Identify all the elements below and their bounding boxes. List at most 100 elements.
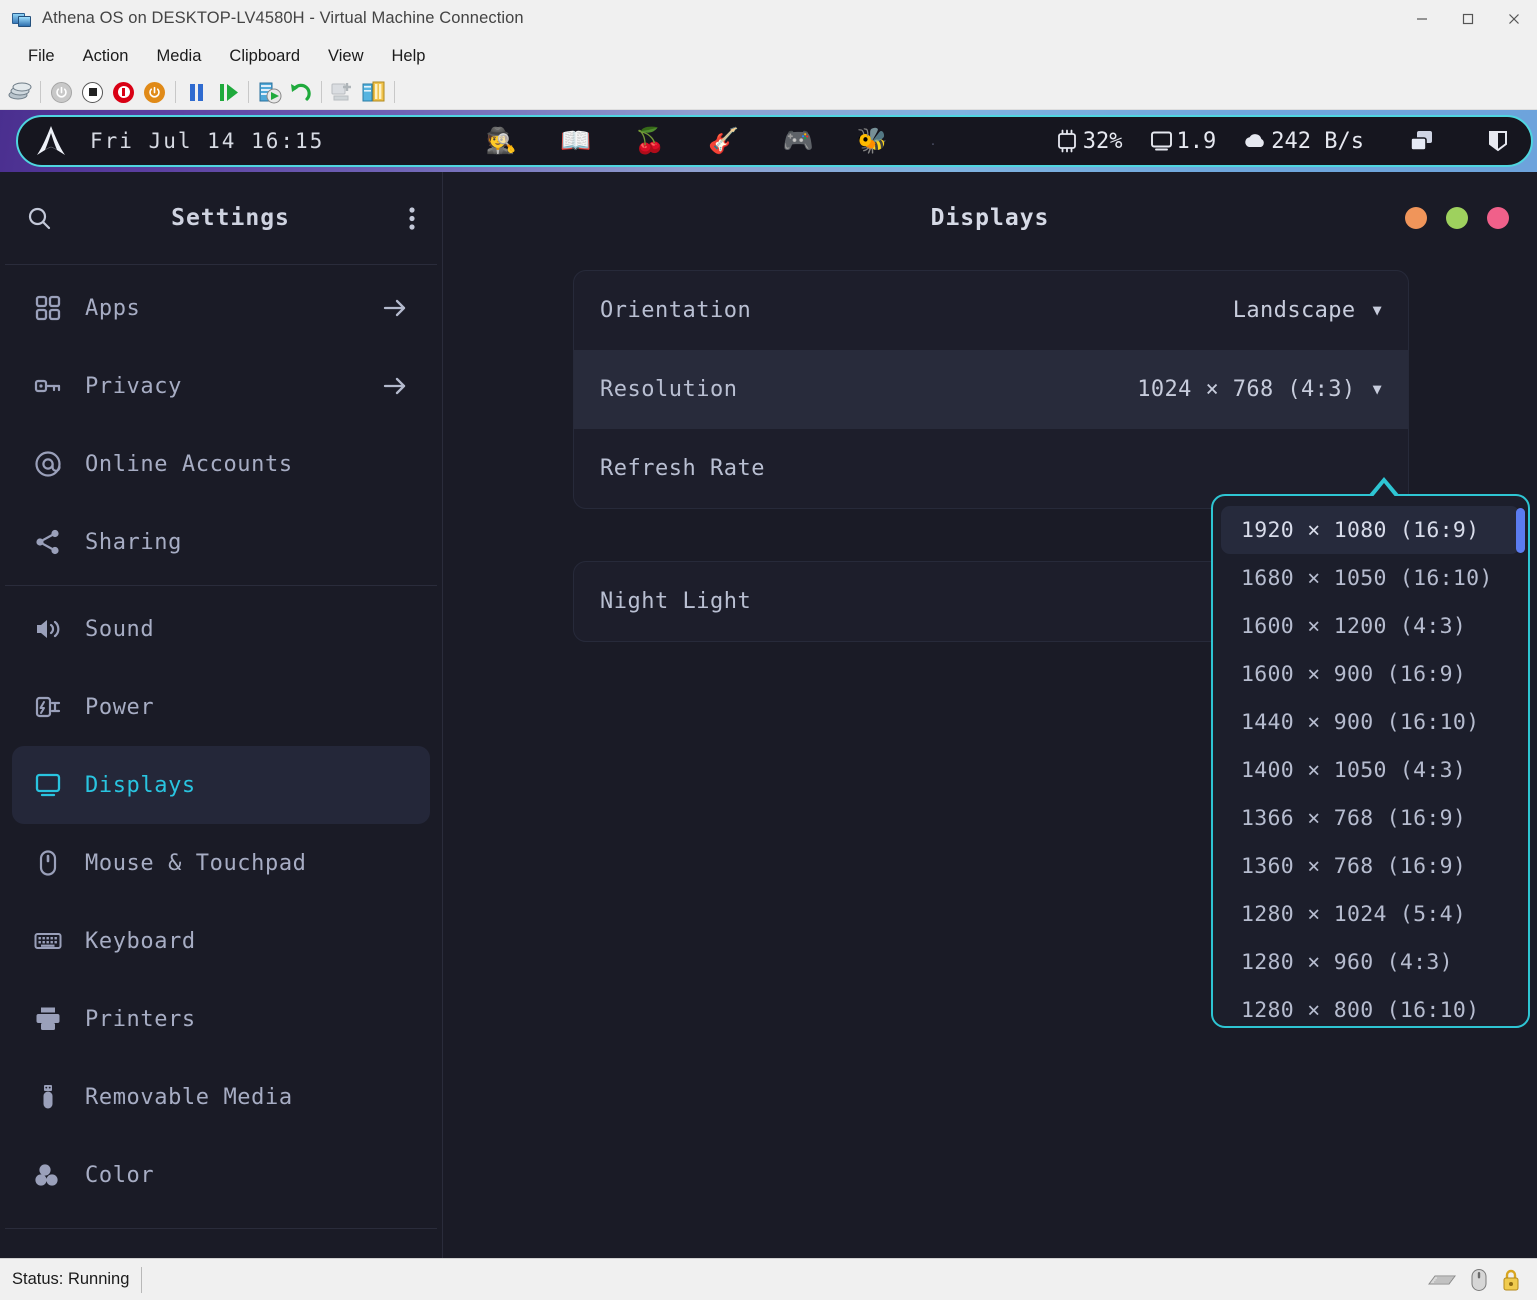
window-dot-controls [1405,207,1509,229]
search-icon[interactable] [26,205,53,232]
window-titlebar: Athena OS on DESKTOP-LV4580H - Virtual M… [0,0,1537,37]
sidebar-group-2: Sound Power [0,586,442,1218]
cpu-value: 32% [1083,129,1123,154]
pause-icon[interactable] [183,79,210,106]
sidebar-item-keyboard[interactable]: Keyboard [12,902,430,980]
dropdown-option[interactable]: 1280 × 800 (16:10) [1221,986,1520,1028]
maximize-dot[interactable] [1446,207,1468,229]
turn-off-icon[interactable] [110,79,137,106]
resolution-row[interactable]: Resolution 1024 × 768 (4:3) ▼ [574,350,1408,429]
sidebar-item-privacy[interactable]: Privacy [12,347,430,425]
sidebar-item-color[interactable]: Color [12,1136,430,1214]
sidebar-item-apps[interactable]: Apps [12,269,430,347]
close-button[interactable] [1491,0,1537,37]
speaker-icon [34,615,62,643]
checkpoint-icon[interactable] [256,79,283,106]
network-cloud-icon [1242,130,1268,152]
start-icon[interactable] [141,79,168,106]
dropdown-option[interactable]: 1280 × 1024 (5:4) [1221,890,1520,938]
shutdown-icon[interactable] [79,79,106,106]
dropdown-option[interactable]: 1400 × 1050 (4:3) [1221,746,1520,794]
chevron-right-arrow-icon [382,295,408,321]
kebab-menu-icon[interactable] [408,205,416,232]
arch-linux-logo[interactable] [34,125,68,157]
athena-top-panel: Fri Jul 14 16:15 detective-emoji 🕵️ 📖 🍒 … [16,115,1533,167]
sidebar-item-power[interactable]: Power [12,668,430,746]
dropdown-option[interactable]: 1440 × 900 (16:10) [1221,698,1520,746]
sidebar-item-removable-media[interactable]: Removable Media [12,1058,430,1136]
sidebar-item-sharing[interactable]: Sharing [12,503,430,581]
resolution-value-text: 1024 × 768 (4:3) [1137,377,1355,402]
dropdown-scrollbar[interactable] [1516,508,1525,553]
mouse-icon [34,849,62,877]
resolution-value[interactable]: 1024 × 768 (4:3) ▼ [1137,377,1382,402]
panel-clock[interactable]: Fri Jul 14 16:15 [90,129,324,153]
detective-icon[interactable]: 🕵️ [486,129,517,154]
memory-value: 1.9 [1177,129,1217,154]
display-settings-card: Orientation Landscape ▼ Resolution 1024 … [573,270,1409,509]
sidebar-item-mouse-touchpad[interactable]: Mouse & Touchpad [12,824,430,902]
menu-media[interactable]: Media [142,43,215,70]
sidebar-item-label: Privacy [85,374,359,399]
resolution-dropdown-menu[interactable]: 1920 × 1080 (16:9) 1680 × 1050 (16:10) 1… [1211,494,1530,1028]
sidebar-title: Settings [53,205,408,231]
menu-clipboard[interactable]: Clipboard [215,43,314,70]
sidebar-item-label: Sound [85,617,408,642]
toolbar-separator [394,81,395,103]
checkpoint-revert-icon[interactable] [6,79,33,106]
night-light-label: Night Light [600,589,751,614]
bee-icon[interactable]: 🐝 [857,129,888,154]
sidebar-item-online-accounts[interactable]: Online Accounts [12,425,430,503]
virtual-machine-connection-window: Athena OS on DESKTOP-LV4580H - Virtual M… [0,0,1537,1300]
network-value: 242 B/s [1271,129,1364,154]
window-controls [1399,0,1537,37]
sidebar-item-label: Keyboard [85,929,408,954]
desktop-wallpaper: Fri Jul 14 16:15 detective-emoji 🕵️ 📖 🍒 … [0,110,1537,172]
open-book-icon[interactable]: 📖 [560,129,591,154]
mouse-icon [1470,1268,1488,1292]
memory-stat[interactable]: 1.9 [1149,129,1217,154]
network-stat[interactable]: 242 B/s [1242,129,1364,154]
color-circles-icon [34,1161,62,1189]
orientation-value[interactable]: Landscape ▼ [1233,298,1382,323]
close-dot[interactable] [1487,207,1509,229]
dropdown-option[interactable]: 1280 × 960 (4:3) [1221,938,1520,986]
dropdown-option[interactable]: 1920 × 1080 (16:9) [1221,506,1520,554]
cherries-icon[interactable]: 🍒 [634,129,665,154]
panel-separator-dot: . [931,132,935,150]
panel-right-icons [1408,129,1509,154]
dropdown-option[interactable]: 1360 × 768 (16:9) [1221,842,1520,890]
virtual-machine-icon [12,10,32,28]
minimize-button[interactable] [1399,0,1445,37]
sidebar-item-label: Online Accounts [85,452,408,477]
sidebar-item-printers[interactable]: Printers [12,980,430,1058]
dropdown-option[interactable]: 1680 × 1050 (16:10) [1221,554,1520,602]
power-off-icon[interactable] [48,79,75,106]
menu-file[interactable]: File [14,43,69,70]
memory-monitor-icon [1149,129,1174,153]
menubar: File Action Media Clipboard View Help [0,37,1537,75]
maximize-button[interactable] [1445,0,1491,37]
cpu-icon [1054,129,1080,153]
minimize-dot[interactable] [1405,207,1427,229]
resolution-label: Resolution [600,377,737,402]
guitar-icon[interactable]: 🎸 [708,129,739,154]
sidebar-item-sound[interactable]: Sound [12,590,430,668]
menu-help[interactable]: Help [378,43,440,70]
game-controller-icon[interactable]: 🎮 [782,129,813,154]
dropdown-option[interactable]: 1600 × 1200 (4:3) [1221,602,1520,650]
cpu-stat[interactable]: 32% [1054,129,1123,154]
resume-icon[interactable] [214,79,241,106]
menu-view[interactable]: View [314,43,377,70]
dropdown-option[interactable]: 1366 × 768 (16:9) [1221,794,1520,842]
revert-icon[interactable] [287,79,314,106]
sidebar-item-displays[interactable]: Displays [12,746,430,824]
enhanced-session-icon[interactable] [360,79,387,106]
orientation-value-text: Landscape [1233,298,1356,323]
dropdown-option[interactable]: 1600 × 900 (16:9) [1221,650,1520,698]
systray-icon[interactable] [1487,129,1509,153]
orientation-row[interactable]: Orientation Landscape ▼ [574,271,1408,350]
workspaces-icon[interactable] [1408,129,1435,154]
menu-action[interactable]: Action [69,43,143,70]
sidebar-item-label: Apps [85,296,359,321]
